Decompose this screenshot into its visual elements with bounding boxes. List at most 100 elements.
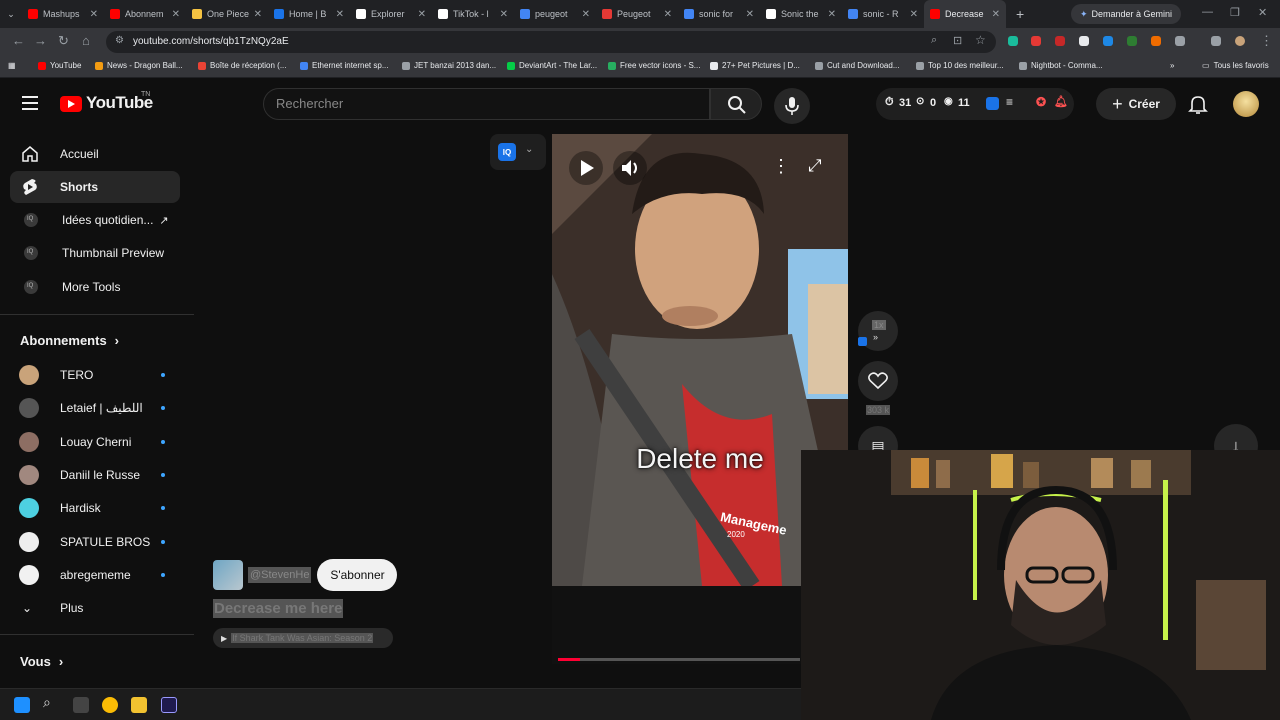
tab-close-icon[interactable]: ✕: [746, 9, 754, 20]
gemini-button[interactable]: ✦ Demander à Gemini: [1071, 4, 1181, 24]
site-info-icon[interactable]: ⚙: [115, 35, 124, 46]
sidebar-item-more[interactable]: ⌄ Plus: [10, 592, 180, 624]
tab-close-icon[interactable]: ✕: [992, 9, 1000, 20]
more-options-icon[interactable]: ⋮: [772, 156, 790, 177]
search-input[interactable]: [276, 96, 696, 111]
file-explorer-icon[interactable]: [131, 697, 147, 713]
bookmark-item[interactable]: 27+ Pet Pictures | D...: [710, 61, 800, 70]
subscription-item[interactable]: Letaief | اللطيف: [10, 392, 180, 424]
you-heading[interactable]: Vous ›: [20, 654, 63, 669]
browser-tab[interactable]: TikTok - l ✕: [432, 0, 514, 28]
tab-search-button[interactable]: ⌄: [0, 9, 22, 20]
bookmark-item[interactable]: Cut and Download...: [815, 61, 900, 70]
list-icon[interactable]: ≡: [1006, 95, 1013, 109]
tab-close-icon[interactable]: ✕: [664, 9, 672, 20]
browser-tab[interactable]: Home | B ✕: [268, 0, 350, 28]
fullscreen-icon[interactable]: ⤢: [808, 156, 822, 176]
minimize-icon[interactable]: —: [1202, 6, 1213, 18]
tab-close-icon[interactable]: ✕: [172, 9, 180, 20]
bookmark-item[interactable]: Ethernet internet sp...: [300, 61, 389, 70]
bookmark-star-icon[interactable]: ☆: [975, 33, 986, 47]
menu-hamburger-icon[interactable]: [22, 96, 38, 110]
extension-icon[interactable]: [1151, 36, 1161, 46]
tab-close-icon[interactable]: ✕: [254, 9, 262, 20]
bookmark-item[interactable]: JET banzai 2013 dan...: [402, 61, 496, 70]
bookmark-item[interactable]: Nightbot - Comma...: [1019, 61, 1103, 70]
short-title[interactable]: Decrease me here: [213, 599, 344, 618]
tab-close-icon[interactable]: ✕: [500, 9, 508, 20]
channel-handle[interactable]: @StevenHe: [248, 567, 312, 583]
bookmark-item[interactable]: Top 10 des meilleur...: [916, 61, 1004, 70]
tab-close-icon[interactable]: ✕: [828, 9, 836, 20]
subscription-item[interactable]: SPATULE BROS: [10, 526, 180, 558]
related-video-chip[interactable]: ▶ If Shark Tank Was Asian: Season 2: [213, 628, 393, 648]
play-icon[interactable]: [568, 150, 604, 186]
sidebar-item-more-tools[interactable]: More Tools: [10, 271, 180, 303]
sidebar-item-home[interactable]: Accueil: [10, 138, 180, 170]
address-bar[interactable]: ⚙ youtube.com/shorts/qb1TzNQy2aE ⌕ ⊡ ☆: [106, 31, 996, 53]
channel-avatar[interactable]: [213, 560, 243, 590]
subscription-item[interactable]: abregememe: [10, 559, 180, 591]
install-app-icon[interactable]: ⊡: [953, 34, 962, 47]
extension-icon[interactable]: [1008, 36, 1018, 46]
bookmark-item[interactable]: DeviantArt - The Lar...: [507, 61, 597, 70]
home-icon[interactable]: ⌂: [82, 33, 90, 48]
bookmark-item[interactable]: News - Dragon Ball...: [95, 61, 183, 70]
browser-tab[interactable]: Peugeot ✕: [596, 0, 678, 28]
profile-avatar-icon[interactable]: [1235, 36, 1245, 46]
forward-icon[interactable]: →: [34, 33, 47, 48]
create-button[interactable]: + Créer: [1096, 88, 1176, 120]
browser-tab[interactable]: peugeot ✕: [514, 0, 596, 28]
after-effects-icon[interactable]: [161, 697, 177, 713]
extension-icon[interactable]: [1103, 36, 1113, 46]
browser-tab[interactable]: Mashups ✕: [22, 0, 104, 28]
iq-extension-icon[interactable]: [986, 97, 999, 110]
browser-tab[interactable]: sonic for ✕: [678, 0, 760, 28]
tab-close-icon[interactable]: ✕: [582, 9, 590, 20]
extension-icon[interactable]: [1079, 36, 1089, 46]
sidebar-item-shorts[interactable]: Shorts: [10, 171, 180, 203]
maximize-icon[interactable]: ❐: [1230, 6, 1240, 19]
extensions-puzzle-icon[interactable]: [1175, 36, 1185, 46]
chrome-menu-icon[interactable]: ⋮: [1260, 33, 1273, 49]
extension-icon[interactable]: [1127, 36, 1137, 46]
reading-list-icon[interactable]: [1211, 36, 1221, 46]
subscriptions-heading[interactable]: Abonnements ›: [20, 333, 119, 348]
more-bookmarks-icon[interactable]: »: [1170, 61, 1174, 70]
browser-tab[interactable]: Abonnem ✕: [104, 0, 186, 28]
close-window-icon[interactable]: ✕: [1258, 6, 1267, 19]
volume-icon[interactable]: [612, 150, 648, 186]
browser-tab[interactable]: One Piece ✕: [186, 0, 268, 28]
browser-tab[interactable]: Sonic the ✕: [760, 0, 842, 28]
account-avatar[interactable]: [1233, 91, 1259, 117]
like-button[interactable]: [858, 361, 898, 401]
playback-speed-button[interactable]: 1x »: [858, 311, 898, 351]
notifications-bell-icon[interactable]: [1188, 94, 1208, 114]
browser-tab[interactable]: Explorer ✕: [350, 0, 432, 28]
windows-start-icon[interactable]: [14, 697, 30, 713]
chrome-icon[interactable]: [102, 697, 118, 713]
extension-icon[interactable]: [1031, 36, 1041, 46]
search-icon[interactable]: ⌕: [43, 694, 59, 710]
sidebar-item-daily-ideas[interactable]: Idées quotidien... ↗: [10, 204, 180, 236]
subscription-item[interactable]: TERO: [10, 359, 180, 391]
browser-tab[interactable]: sonic - R ✕: [842, 0, 924, 28]
video-progress-bar[interactable]: [558, 658, 800, 661]
zoom-icon[interactable]: ⌕: [931, 34, 937, 47]
apps-grid-icon[interactable]: ▦: [8, 61, 16, 70]
voice-search-button[interactable]: [774, 88, 810, 124]
sidebar-item-thumbnail-preview[interactable]: Thumbnail Preview: [10, 237, 180, 269]
back-icon[interactable]: ←: [12, 33, 25, 48]
subscription-item[interactable]: Daniil le Russe: [10, 459, 180, 491]
notification-extension-icon[interactable]: 🔔︎: [1054, 95, 1068, 108]
extension-icon[interactable]: [1055, 36, 1065, 46]
youtube-logo-icon[interactable]: [60, 96, 82, 112]
bookmark-item[interactable]: YouTube: [38, 61, 81, 70]
bookmark-item[interactable]: Boîte de réception (...: [198, 61, 287, 70]
bookmark-item[interactable]: Free vector icons - S...: [608, 61, 700, 70]
iq-extension-widget[interactable]: IQ ⌄: [490, 134, 546, 170]
new-tab-button[interactable]: +: [1016, 6, 1024, 22]
subscription-item[interactable]: Louay Cherni: [10, 426, 180, 458]
tab-close-icon[interactable]: ✕: [910, 9, 918, 20]
subscribe-button[interactable]: S'abonner: [317, 559, 398, 591]
